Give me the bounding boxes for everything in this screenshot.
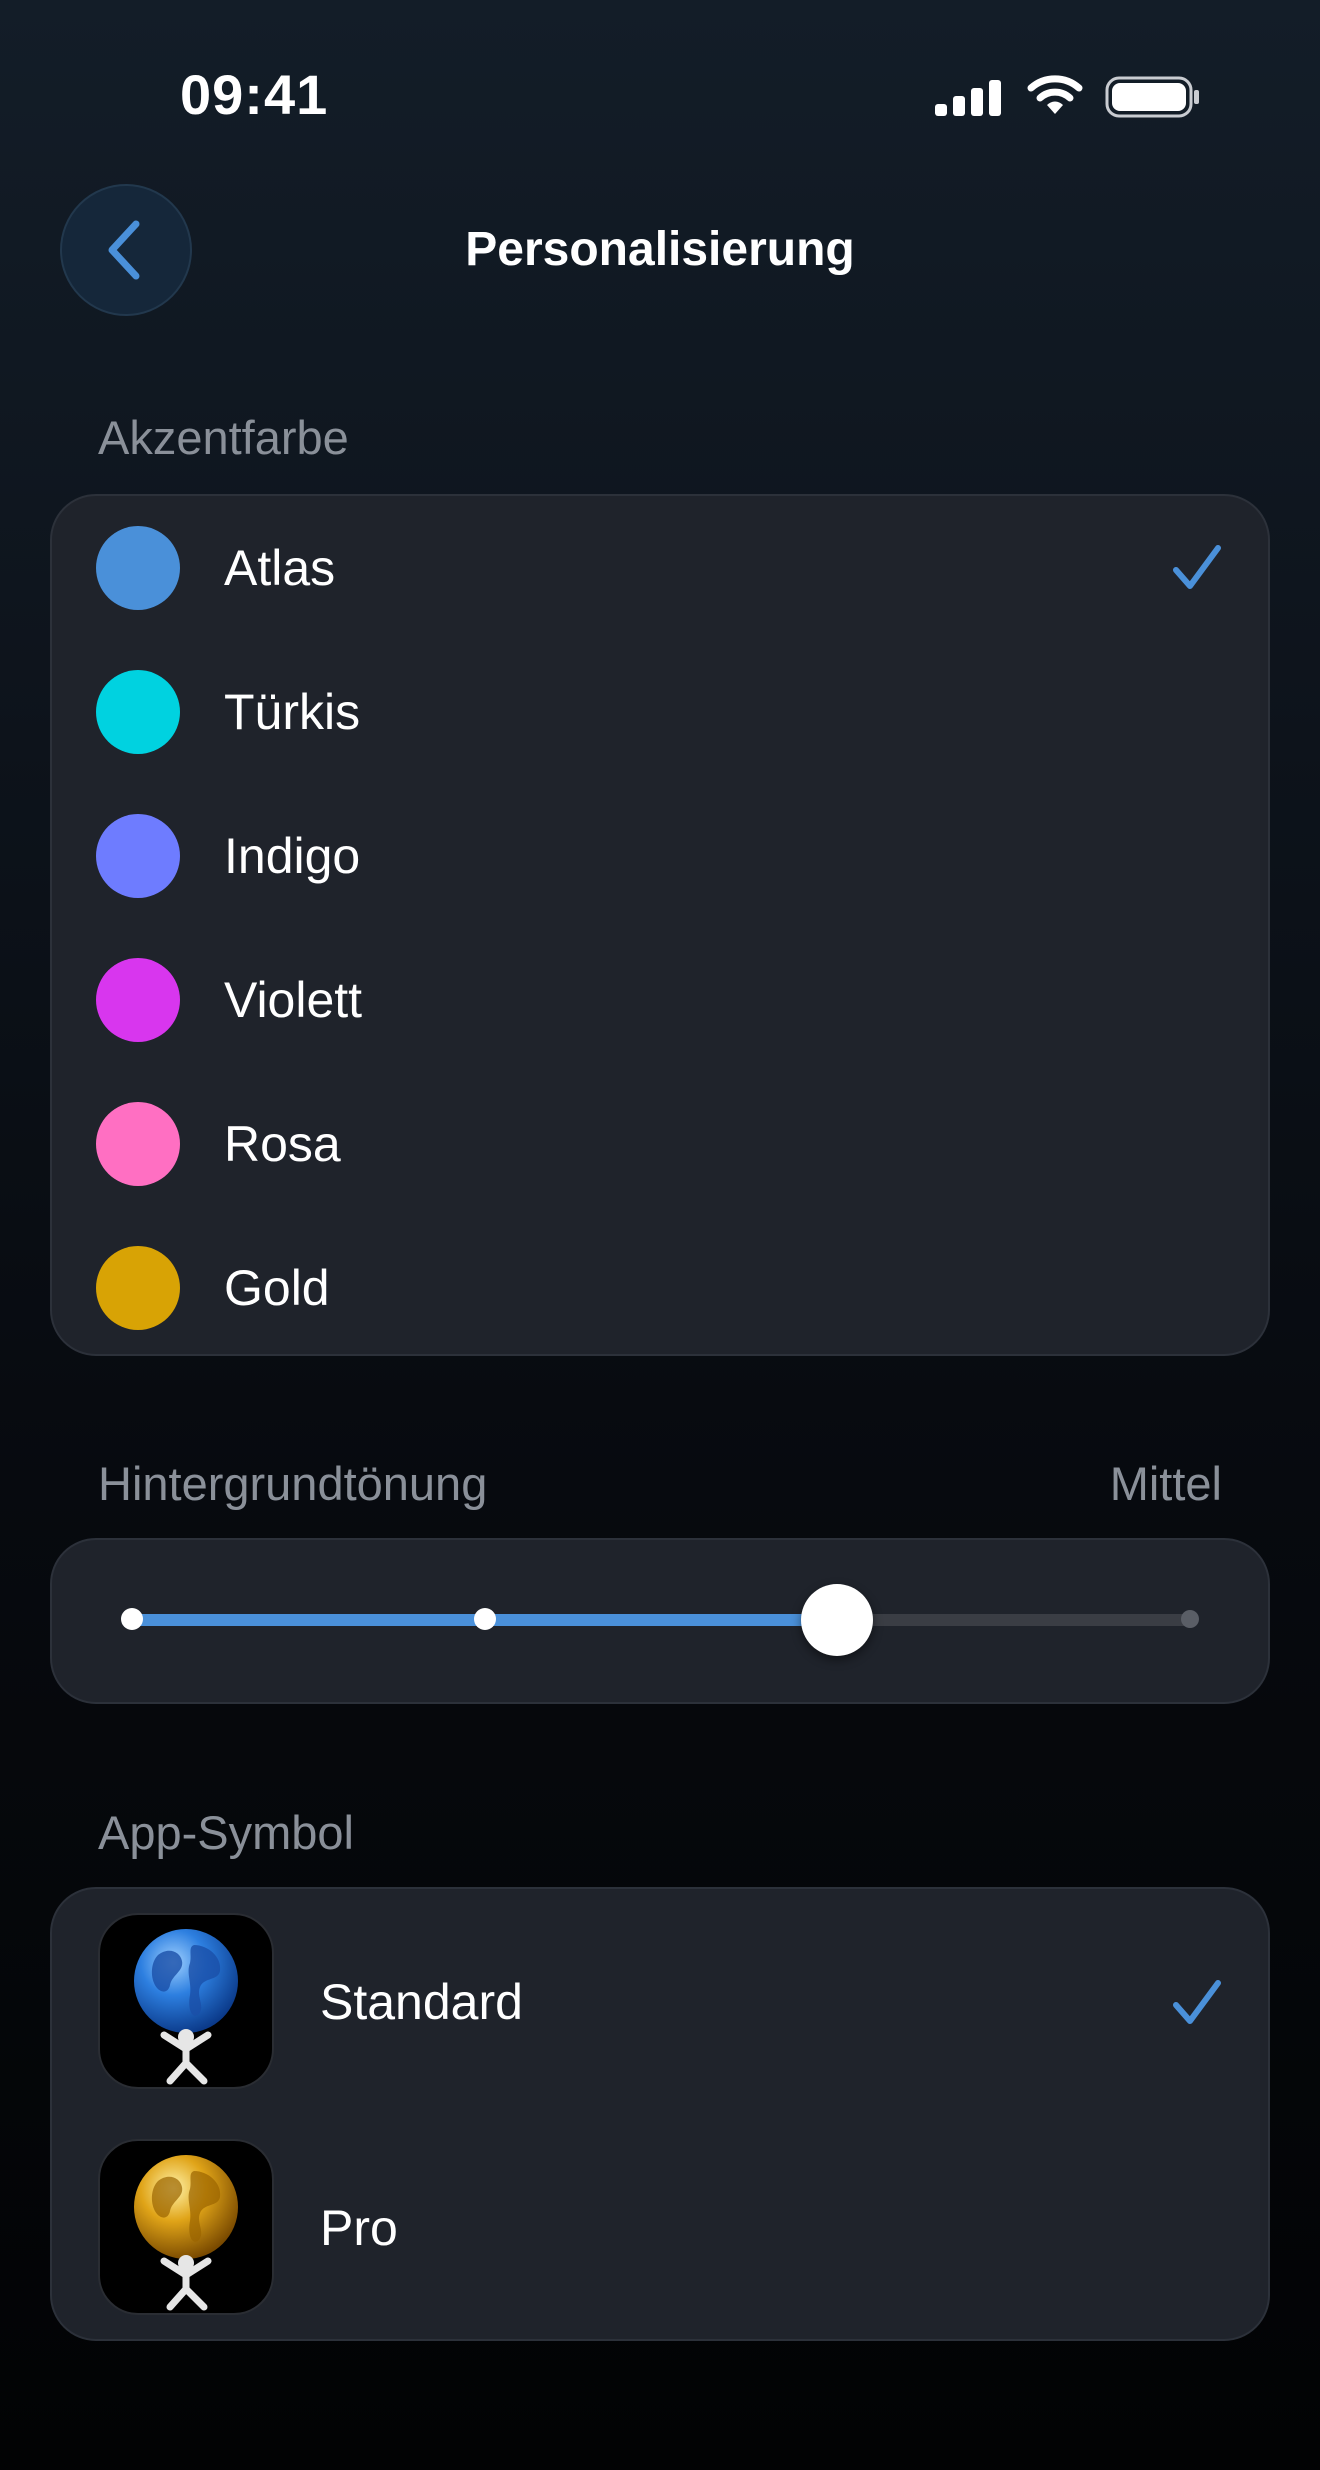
section-label-accent: Akzentfarbe — [98, 411, 349, 464]
tint-value-label: Mittel — [1109, 1457, 1222, 1510]
app-icon-label: Standard — [320, 1974, 523, 2030]
cellular-signal-icon — [935, 80, 1001, 116]
page-title: Personalisierung — [465, 223, 855, 276]
color-swatch — [96, 526, 180, 610]
color-option-label: Gold — [224, 1260, 330, 1316]
color-option-tuerkis[interactable]: Türkis — [52, 640, 1268, 784]
atlas-blue-globe-icon — [98, 1913, 274, 2089]
wifi-icon — [1027, 75, 1083, 114]
color-option-label: Indigo — [224, 828, 361, 884]
color-swatch — [96, 814, 180, 898]
app-icon-option-standard[interactable]: Standard — [52, 1889, 1268, 2115]
color-swatch — [96, 958, 180, 1042]
color-option-label: Atlas — [224, 540, 336, 596]
color-option-label: Violett — [224, 972, 363, 1028]
checkmark-icon — [1173, 1980, 1221, 2024]
color-option-label: Türkis — [224, 684, 361, 740]
checkmark-icon — [1173, 545, 1221, 589]
color-option-label: Rosa — [224, 1116, 341, 1172]
color-swatch — [96, 670, 180, 754]
color-option-gold[interactable]: Gold — [52, 1216, 1268, 1360]
color-option-violett[interactable]: Violett — [52, 928, 1268, 1072]
battery-icon — [1105, 76, 1199, 118]
app-icon-label: Pro — [320, 2200, 398, 2256]
color-swatch — [96, 1246, 180, 1330]
app-icon-list: Standard Pro — [50, 1887, 1270, 2341]
color-option-rosa[interactable]: Rosa — [52, 1072, 1268, 1216]
color-option-indigo[interactable]: Indigo — [52, 784, 1268, 928]
tint-slider[interactable] — [121, 1584, 1199, 1656]
color-option-atlas[interactable]: Atlas — [52, 496, 1268, 640]
atlas-gold-globe-icon — [98, 2139, 274, 2315]
section-label-tint: Hintergrundtönung — [98, 1457, 488, 1510]
section-label-app-icon: App-Symbol — [98, 1806, 354, 1859]
slider-step-marker[interactable] — [473, 1608, 496, 1630]
slider-step-marker[interactable] — [1181, 1610, 1199, 1628]
accent-color-list: Atlas Türkis Indigo Violett Rosa Gold — [50, 494, 1270, 1356]
slider-thumb[interactable] — [801, 1584, 874, 1656]
slider-step-marker[interactable] — [121, 1608, 143, 1630]
status-time: 09:41 — [180, 63, 329, 126]
color-swatch — [96, 1102, 180, 1186]
app-icon-option-pro[interactable]: Pro — [52, 2115, 1268, 2341]
tint-slider-card — [50, 1538, 1270, 1704]
status-bar: 09:41 — [0, 0, 1320, 190]
